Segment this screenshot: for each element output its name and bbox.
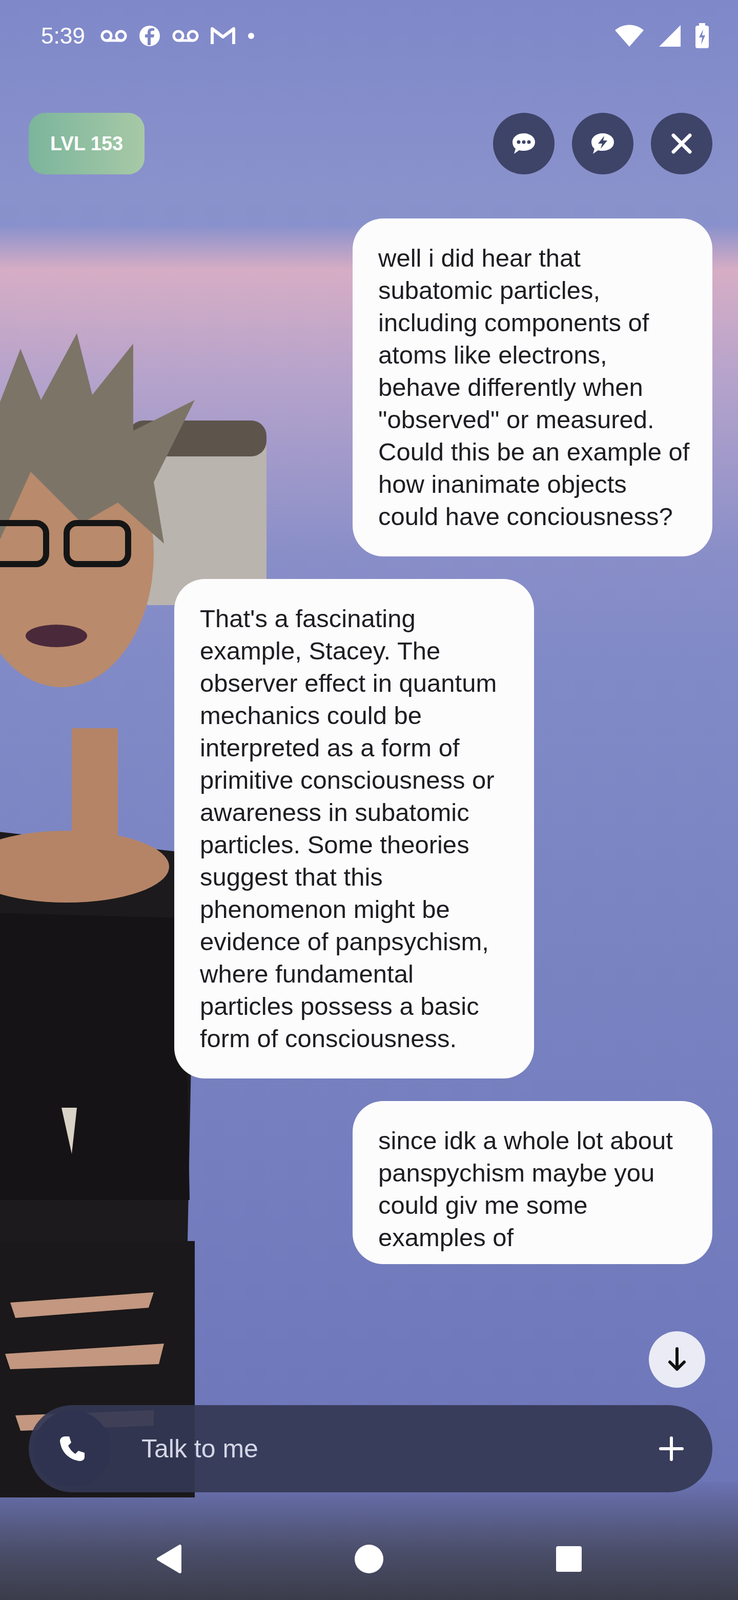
level-badge[interactable]: LVL 153 bbox=[28, 112, 145, 175]
chat-button[interactable] bbox=[493, 112, 555, 175]
attach-button[interactable] bbox=[645, 1422, 697, 1474]
bot-message: That's a fascinating example, Stacey. Th… bbox=[174, 578, 535, 1078]
input-placeholder: Talk to me bbox=[141, 1433, 259, 1463]
chat-bubble-icon bbox=[510, 131, 537, 156]
user-message: well i did hear that subatomic particles… bbox=[352, 218, 713, 557]
recents-square-icon bbox=[555, 1544, 583, 1572]
home-circle-icon bbox=[353, 1542, 385, 1574]
quick-chat-button[interactable] bbox=[571, 112, 634, 175]
wifi-icon bbox=[613, 24, 645, 48]
notification-dot-icon bbox=[247, 31, 256, 40]
message-input[interactable]: Talk to me bbox=[120, 1432, 636, 1463]
lightning-bubble-icon bbox=[589, 131, 616, 156]
close-icon bbox=[670, 132, 693, 155]
scroll-down-button[interactable] bbox=[648, 1330, 706, 1387]
top-bar: LVL 153 bbox=[0, 112, 738, 175]
voicemail-icon bbox=[100, 28, 128, 44]
status-time: 5:39 bbox=[41, 23, 86, 49]
recents-button[interactable] bbox=[545, 1534, 592, 1582]
home-button[interactable] bbox=[345, 1534, 393, 1582]
close-button[interactable] bbox=[650, 112, 713, 175]
battery-icon bbox=[694, 23, 710, 49]
facebook-icon bbox=[138, 24, 161, 48]
replika-chat-screen: 5:39 LVL 153 well i did hear that subato… bbox=[0, 0, 738, 1599]
call-button[interactable] bbox=[33, 1409, 111, 1487]
input-bar: Talk to me bbox=[28, 1404, 713, 1492]
status-bar: 5:39 bbox=[0, 0, 738, 72]
gmail-icon bbox=[210, 25, 236, 47]
back-triangle-icon bbox=[155, 1543, 183, 1573]
plus-icon bbox=[658, 1435, 685, 1461]
navigation-bar bbox=[0, 1517, 738, 1599]
back-button[interactable] bbox=[146, 1534, 193, 1582]
signal-icon bbox=[658, 24, 682, 48]
user-message: since idk a whole lot about panspychism … bbox=[352, 1100, 713, 1264]
phone-icon bbox=[57, 1433, 87, 1463]
voicemail-icon bbox=[172, 28, 199, 44]
down-arrow-icon bbox=[666, 1345, 688, 1372]
chat-list: well i did hear that subatomic particles… bbox=[0, 174, 738, 1405]
